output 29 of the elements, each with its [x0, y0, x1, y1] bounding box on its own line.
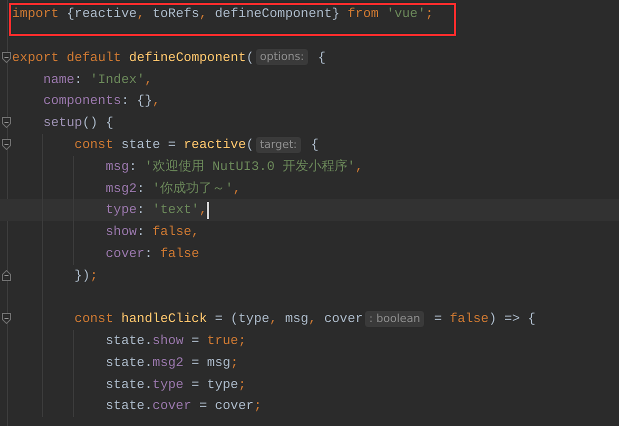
- code-text: import {reactive, toRefs, defineComponent} from 'vue';: [12, 5, 434, 24]
- code-text: {: [316, 48, 326, 67]
- code-text: state.show = true;: [106, 332, 246, 350]
- code-text: {: [310, 136, 319, 154]
- fold-icon[interactable]: [2, 270, 11, 281]
- code-text: setup() {: [43, 114, 114, 132]
- code-text: export default defineComponent(: [12, 48, 254, 67]
- code-text: msg: '欢迎使用 NutUI3.0 开发小程序',: [106, 158, 364, 176]
- parameter-hint: target:: [256, 136, 302, 153]
- code-text: state.cover = cover;: [106, 397, 262, 416]
- fold-icon[interactable]: [2, 52, 11, 63]
- code-text: name: 'Index',: [43, 70, 152, 89]
- code-text: const handleClick = (type, msg, cover: [74, 310, 364, 328]
- parameter-hint: : boolean: [365, 311, 424, 328]
- parameter-hint: options:: [256, 49, 308, 66]
- text-cursor: [207, 202, 210, 219]
- code-text: show: false,: [106, 223, 200, 242]
- code-text: state.msg2 = msg;: [106, 354, 238, 372]
- code-text: const state = reactive(: [74, 136, 254, 154]
- code-text: = false) => {: [433, 310, 536, 328]
- code-text: msg2: '你成功了～',: [106, 180, 241, 198]
- fold-icon[interactable]: [2, 116, 11, 128]
- fold-icon[interactable]: [2, 313, 11, 324]
- code-text: });: [74, 266, 98, 285]
- fold-icon[interactable]: [2, 138, 11, 150]
- code-text: components: {},: [43, 92, 160, 110]
- code-text: cover: false: [106, 244, 200, 263]
- code-text: state.type = type;: [106, 376, 246, 394]
- code-text: type: 'text',: [106, 201, 208, 220]
